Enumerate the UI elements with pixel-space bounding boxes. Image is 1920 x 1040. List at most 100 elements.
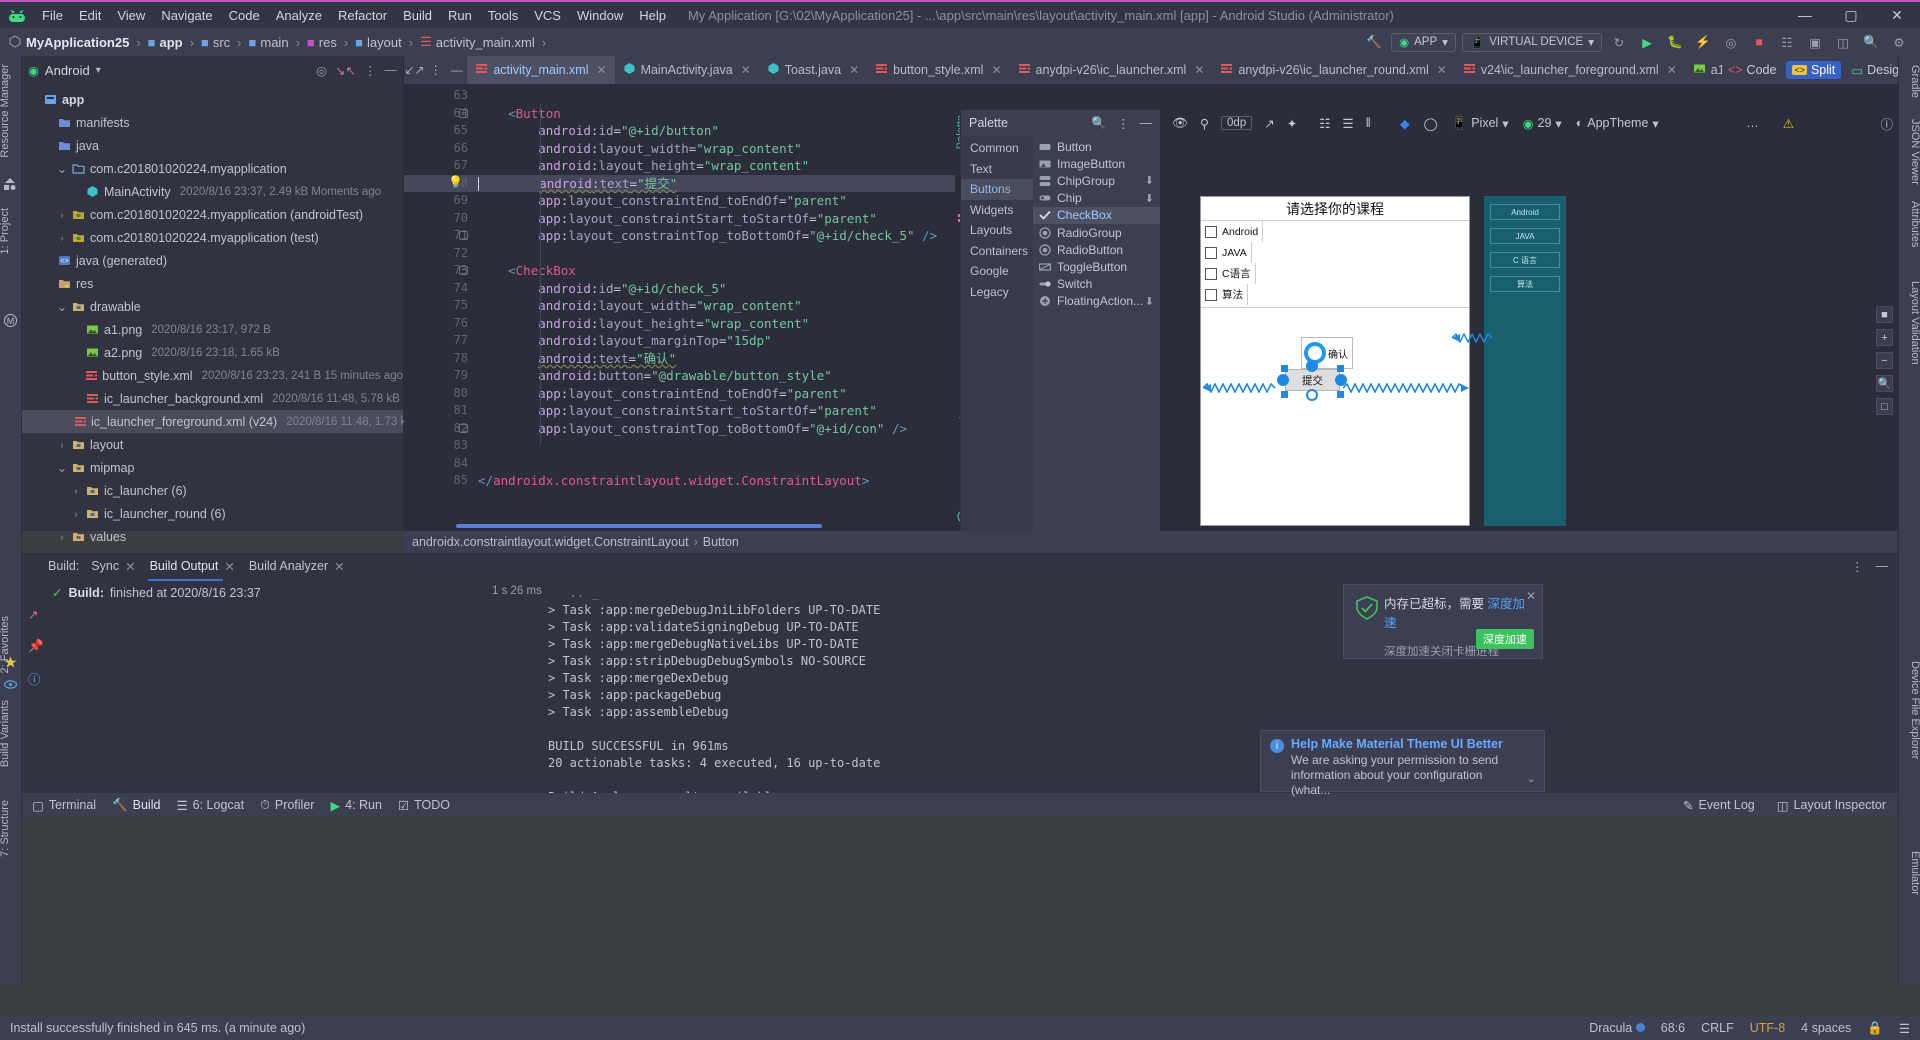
- editor-tab[interactable]: button_style.xml ✕: [867, 56, 1009, 84]
- checkbox-icon[interactable]: [1205, 225, 1217, 238]
- baseline-icon[interactable]: ‖: [1366, 116, 1371, 130]
- memory-accelerate-button[interactable]: 深度加速: [1476, 629, 1534, 649]
- tree-expand-arrow-icon[interactable]: ⌄: [56, 161, 68, 177]
- zoom-actual-icon[interactable]: □: [1876, 398, 1893, 415]
- palette-category[interactable]: Layouts: [961, 220, 1033, 241]
- build-log[interactable]: .. _ > Task :app:mergeDebugJniLibFolders …: [542, 579, 1898, 804]
- stop-icon[interactable]: ■: [1748, 31, 1770, 53]
- rail-attributes[interactable]: Attributes: [1899, 196, 1920, 252]
- palette-item[interactable]: Button: [1033, 138, 1160, 155]
- restore-layout-icon[interactable]: ↙↗: [404, 56, 425, 84]
- status-caret-position[interactable]: 68:6: [1661, 1021, 1685, 1035]
- palette-category[interactable]: Buttons: [961, 179, 1033, 200]
- pin-icon[interactable]: 📌: [28, 639, 44, 654]
- constraints-icon[interactable]: ↗: [1264, 116, 1274, 131]
- menu-item-help[interactable]: Help: [631, 6, 674, 25]
- build-tab-sync[interactable]: Sync ✕: [89, 556, 137, 577]
- palette-category[interactable]: Google: [961, 261, 1033, 282]
- tree-expand-arrow-icon[interactable]: ›: [70, 486, 82, 496]
- palette-category[interactable]: Text: [961, 159, 1033, 180]
- close-icon[interactable]: ✕: [334, 559, 344, 574]
- rail-emulator[interactable]: Emulator: [1899, 846, 1920, 900]
- expand-icon[interactable]: ↗: [28, 607, 38, 622]
- intention-bulb-icon[interactable]: 💡: [448, 175, 463, 189]
- blueprint-toggle-icon[interactable]: ◯: [1424, 116, 1438, 131]
- render-warning-icon[interactable]: ⚠: [1783, 116, 1800, 131]
- close-icon[interactable]: ✕: [597, 63, 607, 77]
- more-options-icon[interactable]: ⋮: [364, 63, 377, 78]
- theme-selector[interactable]: ◐ AppTheme ▾: [1576, 116, 1659, 131]
- bottom-tab-run[interactable]: ▶ 4: Run: [330, 798, 381, 813]
- align-horizontal-icon[interactable]: ☰: [1342, 116, 1353, 131]
- download-icon[interactable]: ⬇: [1145, 174, 1154, 187]
- tree-row[interactable]: java: [22, 134, 403, 157]
- close-icon[interactable]: ✕: [991, 63, 1001, 77]
- status-line-ending[interactable]: CRLF: [1701, 1021, 1734, 1035]
- tree-row[interactable]: ic_launcher_foreground.xml (v24) 2020/8/1…: [22, 410, 495, 433]
- download-icon[interactable]: ⬇: [1145, 192, 1154, 205]
- editor-tab[interactable]: MainActivity.java ✕: [615, 56, 759, 84]
- close-icon[interactable]: ✕: [741, 63, 751, 77]
- breadcrumb-item-src[interactable]: src: [213, 35, 230, 50]
- tree-row[interactable]: › ic_launcher (6): [22, 479, 403, 502]
- palette-category[interactable]: Widgets: [961, 200, 1033, 221]
- tree-row[interactable]: › ic_launcher_round (6): [22, 502, 403, 525]
- tree-row[interactable]: ⌄ mipmap: [22, 456, 403, 479]
- bottom-tab-terminal[interactable]: ▢ Terminal: [32, 798, 96, 813]
- component-breadcrumb-leaf[interactable]: Button: [703, 535, 739, 549]
- api-selector[interactable]: ◉ 29 ▾: [1523, 116, 1562, 131]
- magnet-icon[interactable]: ⚲: [1200, 116, 1209, 131]
- palette-item[interactable]: RadioButton: [1033, 241, 1160, 258]
- tree-row[interactable]: › com.c201801020224.myapplication (test): [22, 226, 403, 249]
- device-selector-design[interactable]: 📱 Pixel ▾: [1452, 116, 1509, 131]
- bottom-tab-profiler[interactable]: ⏱ Profiler: [260, 798, 314, 813]
- tree-row[interactable]: a2.png 2020/8/16 23:18, 1.65 kB: [22, 341, 403, 364]
- mode-split-button[interactable]: <> Split: [1786, 61, 1842, 79]
- close-icon[interactable]: ✕: [1667, 63, 1677, 77]
- tree-row[interactable]: MainActivity 2020/8/16 23:37, 2.49 kB Mom…: [22, 180, 403, 203]
- zoom-fit-icon[interactable]: 🔍: [1876, 375, 1893, 392]
- rail-structure[interactable]: 7: Structure: [0, 796, 21, 861]
- editor-tab[interactable]: activity_main.xml ✕: [467, 56, 615, 84]
- component-breadcrumb-root[interactable]: androidx.constraintlayout.widget.Constra…: [412, 535, 689, 549]
- breadcrumb-item-res[interactable]: res: [319, 35, 337, 50]
- locate-icon[interactable]: ◎: [316, 63, 327, 78]
- tree-row[interactable]: manifests: [22, 111, 403, 134]
- code-line[interactable]: [474, 87, 1920, 105]
- align-vertical-icon[interactable]: ☷: [1319, 116, 1330, 131]
- editor-tab[interactable]: anydpi-v26\ic_launcher_round.xml ✕: [1212, 56, 1454, 84]
- close-icon[interactable]: ✕: [1526, 589, 1536, 603]
- design-canvas[interactable]: 请选择你的课程 Android JAVA C语言 算法 确认 提交 Androi…: [1160, 136, 1905, 531]
- rail-layout-validation[interactable]: Layout Validation: [1899, 276, 1920, 370]
- avd-manager-icon[interactable]: ☷: [1776, 31, 1798, 53]
- close-icon[interactable]: ✕: [224, 559, 234, 574]
- code-fold-toggle-icon[interactable]: [459, 423, 468, 433]
- menu-item-tools[interactable]: Tools: [480, 6, 526, 25]
- rail-build-variants[interactable]: Build Variants: [0, 696, 21, 771]
- build-tab-build-output[interactable]: Build Output ✕: [147, 556, 237, 581]
- material-notification-title[interactable]: Help Make Material Theme UI Better: [1261, 731, 1544, 753]
- code-fold-toggle-icon[interactable]: [459, 231, 468, 240]
- palette-categories[interactable]: Common Text Buttons Widgets Layouts Container…: [961, 136, 1033, 531]
- build-status-tree[interactable]: ↗ 📌 ⓘ ✓ Build: finished at 2020/8/16 23:…: [22, 579, 542, 793]
- palette-item[interactable]: FloatingAction... ⬇: [1033, 293, 1160, 310]
- editor-tab[interactable]: Toast.java ✕: [759, 56, 867, 84]
- breadcrumb-item-file[interactable]: activity_main.xml: [436, 35, 535, 50]
- menu-item-code[interactable]: Code: [221, 6, 268, 25]
- eye-icon[interactable]: [3, 678, 18, 692]
- status-encoding[interactable]: UTF-8: [1750, 1021, 1785, 1035]
- layers-icon[interactable]: ◆: [1400, 116, 1410, 131]
- hide-panel-icon[interactable]: —: [1140, 116, 1153, 130]
- lock-icon[interactable]: 🔒: [1867, 1021, 1883, 1036]
- close-icon[interactable]: ✕: [1194, 63, 1204, 77]
- editor-horizontal-scrollbar[interactable]: [456, 524, 822, 528]
- device-selector[interactable]: 📱 VIRTUAL DEVICE ▾: [1461, 32, 1602, 52]
- tree-expand-arrow-icon[interactable]: ›: [70, 509, 82, 519]
- tree-row[interactable]: a1.png 2020/8/16 23:17, 972 B: [22, 318, 403, 341]
- tree-expand-arrow-icon[interactable]: ›: [56, 233, 68, 243]
- tree-row[interactable]: › com.c201801020224.myapplication (androi…: [22, 203, 403, 226]
- run-icon[interactable]: ▶: [1636, 31, 1658, 53]
- breadcrumb-item-app[interactable]: app: [160, 35, 183, 50]
- download-icon[interactable]: ⬇: [1145, 295, 1154, 308]
- tree-row[interactable]: app: [22, 88, 403, 111]
